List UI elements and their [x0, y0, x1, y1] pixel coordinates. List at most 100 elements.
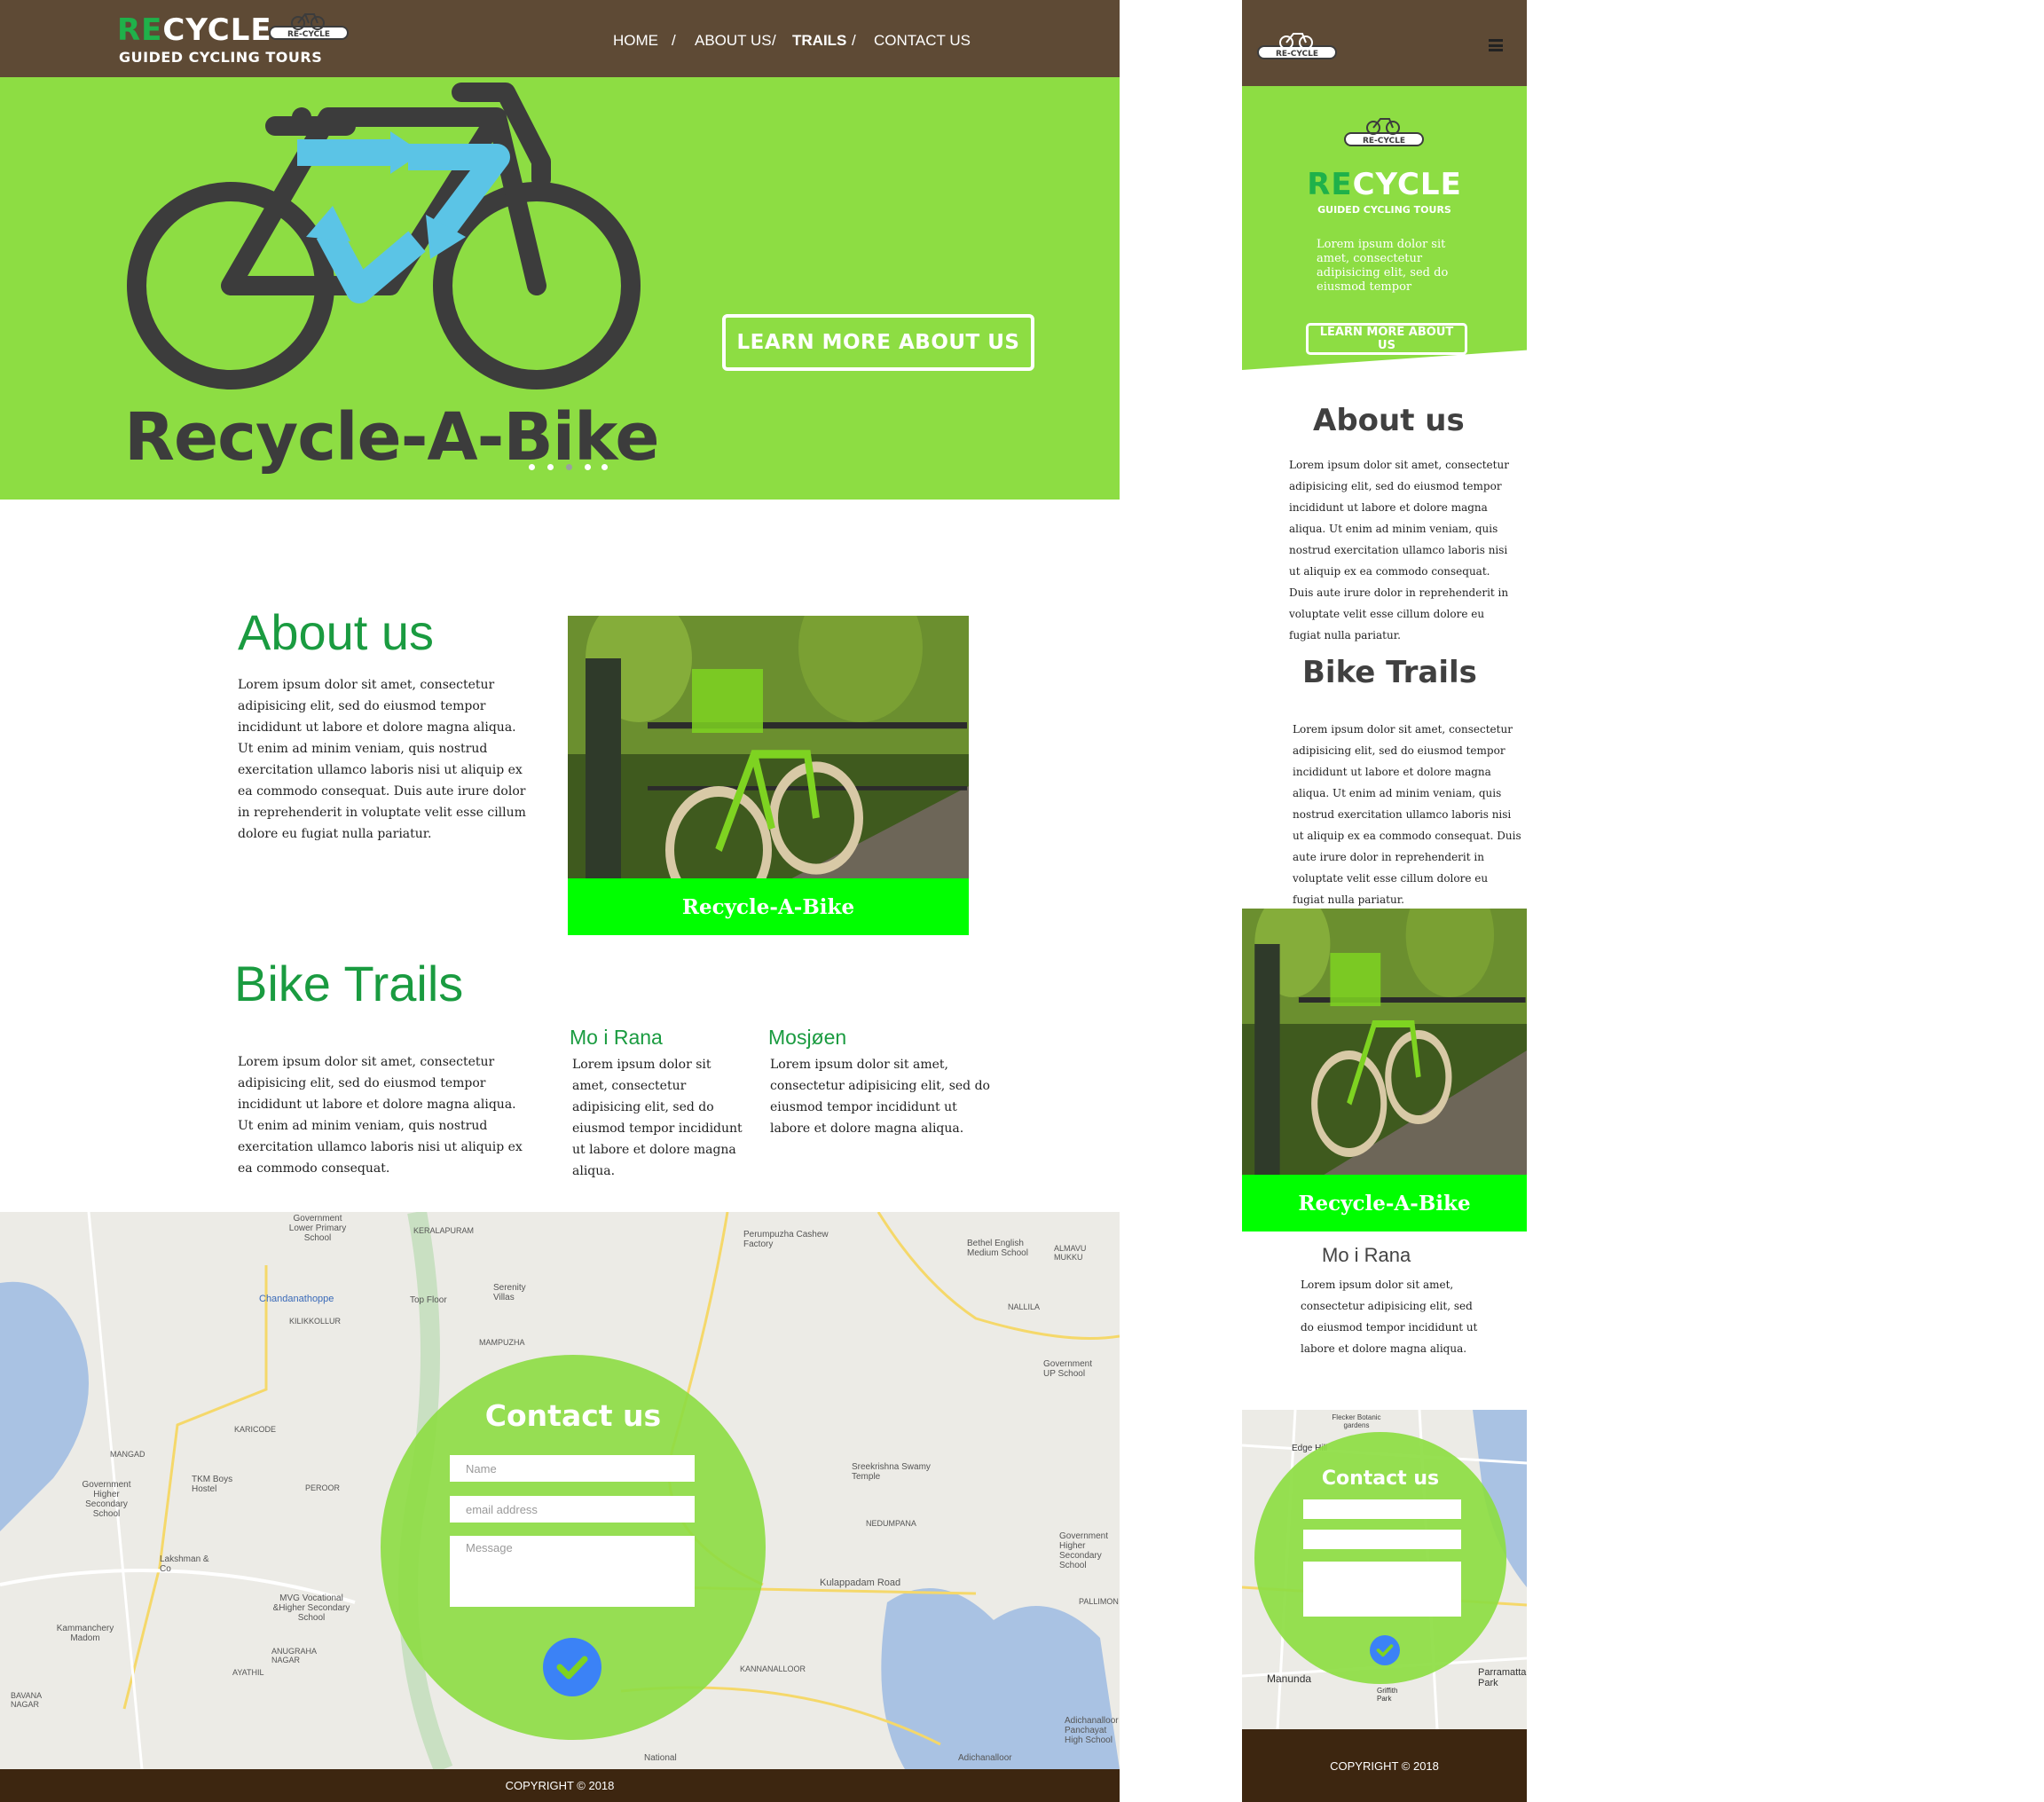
mobile-learn-more-button[interactable]: LEARN MORE ABOUT US	[1306, 323, 1467, 355]
copyright-text: COPYRIGHT © 2018	[505, 1779, 615, 1792]
slide-dot-active[interactable]	[566, 464, 572, 470]
map-label: ALMAVU MUKKU	[1054, 1244, 1087, 1262]
mobile-about-heading: About us	[1313, 403, 1465, 438]
slide-dot[interactable]	[547, 464, 554, 470]
map-label: PALLIMON	[1079, 1597, 1119, 1606]
checkmark-icon	[556, 1656, 588, 1680]
map-label: Manunda	[1267, 1672, 1312, 1685]
mobile-name-input[interactable]	[1303, 1499, 1461, 1519]
mobile-email-input[interactable]	[1303, 1530, 1461, 1549]
nav-about[interactable]: ABOUT US	[695, 32, 772, 50]
trails-text: Lorem ipsum dolor sit amet, consectetur …	[238, 1055, 523, 1176]
trail-card-text: Lorem ipsum dolor sit amet, consectetur …	[572, 1058, 743, 1178]
map-label: PEROOR	[305, 1483, 341, 1492]
map-label: KERALAPURAM	[413, 1226, 475, 1235]
map-label: TKM Boys Hostel	[192, 1475, 233, 1494]
footer: COPYRIGHT © 2018	[0, 1769, 1120, 1802]
mobile-layout: RE-CYCLE RE-CYCLE RECYCLE GUIDED CYCLING…	[1242, 0, 1527, 1802]
mobile-submit-button[interactable]	[1370, 1635, 1400, 1665]
recycle-badge-icon: RE-CYCLE	[1344, 118, 1424, 146]
map-label: MANGAD	[110, 1450, 145, 1459]
mobile-trail-card-text: Lorem ipsum dolor sit amet, consectetur …	[1301, 1279, 1478, 1355]
mobile-contact-heading: Contact us	[1321, 1468, 1440, 1490]
nav-separator: /	[852, 32, 856, 49]
map-label: NALLILA	[1008, 1302, 1041, 1311]
message-textarea[interactable]	[450, 1536, 695, 1607]
slide-dot[interactable]	[585, 464, 591, 470]
map-label: Government Higher Secondary School	[82, 1480, 131, 1519]
slide-dot[interactable]	[529, 464, 535, 470]
map-label: MAMPUZHA	[479, 1338, 525, 1347]
mobile-trail-card-title[interactable]: Mo i Rana	[1322, 1244, 1411, 1267]
map-label: KARICODE	[234, 1425, 277, 1434]
mobile-hero-text: Lorem ipsum dolor sit amet, consectetur …	[1317, 238, 1449, 294]
map-label: KANNANALLOOR	[740, 1664, 806, 1673]
logo-cycle: CYCLE	[162, 12, 272, 48]
map-label: Sreekrishna Swamy Temple	[852, 1462, 931, 1482]
name-input[interactable]	[450, 1455, 695, 1482]
map-label: Bethel English Medium School	[967, 1239, 1028, 1258]
map-label: National	[644, 1753, 677, 1763]
nav-home[interactable]: HOME	[613, 32, 658, 50]
nav-contact[interactable]: CONTACT US	[874, 32, 971, 50]
map-label: AYATHIL	[232, 1668, 264, 1677]
map-label: Government Lower Primary School	[288, 1214, 347, 1243]
trail-card-text: Lorem ipsum dolor sit amet, consectetur …	[770, 1058, 990, 1136]
map-label: KILIKKOLLUR	[289, 1317, 342, 1326]
photo-caption: Recycle-A-Bike	[568, 878, 969, 935]
map-label: Top Floor	[410, 1295, 447, 1305]
map-label: Flecker Botanic gardens	[1332, 1413, 1381, 1429]
brand-logo[interactable]: RECYCLE	[117, 12, 272, 48]
trail-card-title[interactable]: Mosjøen	[768, 1026, 846, 1050]
map-label: Government UP School	[1043, 1359, 1093, 1379]
logo-re: RE	[1307, 167, 1353, 202]
map-label: Kammanchery Madom	[56, 1624, 114, 1643]
badge-text: RE-CYCLE	[1276, 50, 1318, 59]
bicycle-recycle-icon	[127, 83, 641, 390]
mobile-photo-caption: Recycle-A-Bike	[1242, 1175, 1527, 1231]
nav-separator: /	[772, 32, 776, 49]
hero-title: Recycle-A-Bike	[124, 399, 660, 476]
map-label: MVG Vocational &Higher Secondary School	[272, 1593, 350, 1623]
map-label: Chandanathoppe	[259, 1294, 334, 1304]
about-heading: About us	[238, 604, 435, 660]
learn-more-button[interactable]: LEARN MORE ABOUT US	[722, 314, 1034, 371]
trail-card-title[interactable]: Mo i Rana	[570, 1026, 663, 1050]
map-label: ANUGRAHA NAGAR	[271, 1647, 317, 1664]
copyright-text: COPYRIGHT © 2018	[1330, 1759, 1439, 1773]
map-label: Serenity Villas	[493, 1283, 526, 1302]
mobile-message-textarea[interactable]	[1303, 1562, 1461, 1617]
mobile-about-text: Lorem ipsum dolor sit amet, consectetur …	[1289, 459, 1509, 641]
trails-heading: Bike Trails	[234, 956, 464, 1011]
mobile-trails-heading: Bike Trails	[1302, 655, 1477, 690]
mobile-trails-text: Lorem ipsum dolor sit amet, consectetur …	[1293, 723, 1521, 906]
logo-cycle: CYCLE	[1352, 167, 1462, 202]
map-label: Government Higher Secondary School	[1059, 1531, 1109, 1570]
map-label: Griffith Park	[1377, 1687, 1398, 1703]
about-text: Lorem ipsum dolor sit amet, consectetur …	[238, 678, 526, 841]
map-label: Kulappadam Road	[820, 1578, 901, 1588]
map-label: BAVANA NAGAR	[11, 1691, 42, 1709]
hamburger-icon[interactable]	[1489, 39, 1503, 51]
map-label: Adichanalloor Panchayat High School	[1065, 1716, 1119, 1745]
desktop-layout: RECYCLE GUIDED CYCLING TOURS RE-CYCLE HO…	[0, 0, 1120, 1802]
submit-button[interactable]	[543, 1638, 601, 1696]
mobile-bike-photo	[1242, 909, 1527, 1175]
map-label: NEDUMPANA	[866, 1519, 916, 1528]
badge-text: RE-CYCLE	[287, 30, 330, 39]
recycle-badge-icon: RE-CYCLE	[269, 13, 349, 40]
map-label: Parramatta Park	[1478, 1667, 1527, 1688]
map-label: Perumpuzha Cashew Factory	[743, 1230, 829, 1249]
mobile-brand-logo: RECYCLE	[1242, 167, 1527, 202]
nav-separator: /	[672, 32, 676, 49]
contact-heading: Contact us	[484, 1398, 662, 1433]
badge-text: RE-CYCLE	[1363, 137, 1405, 146]
email-input[interactable]	[450, 1496, 695, 1523]
logo-re: RE	[117, 12, 163, 48]
brand-tagline: GUIDED CYCLING TOURS	[119, 49, 323, 66]
slide-dot[interactable]	[601, 464, 608, 470]
recycle-badge-icon[interactable]: RE-CYCLE	[1256, 27, 1338, 66]
mobile-footer: COPYRIGHT © 2018	[1242, 1729, 1527, 1802]
mobile-tagline: GUIDED CYCLING TOURS	[1317, 204, 1451, 216]
nav-trails[interactable]: TRAILS	[792, 32, 846, 50]
